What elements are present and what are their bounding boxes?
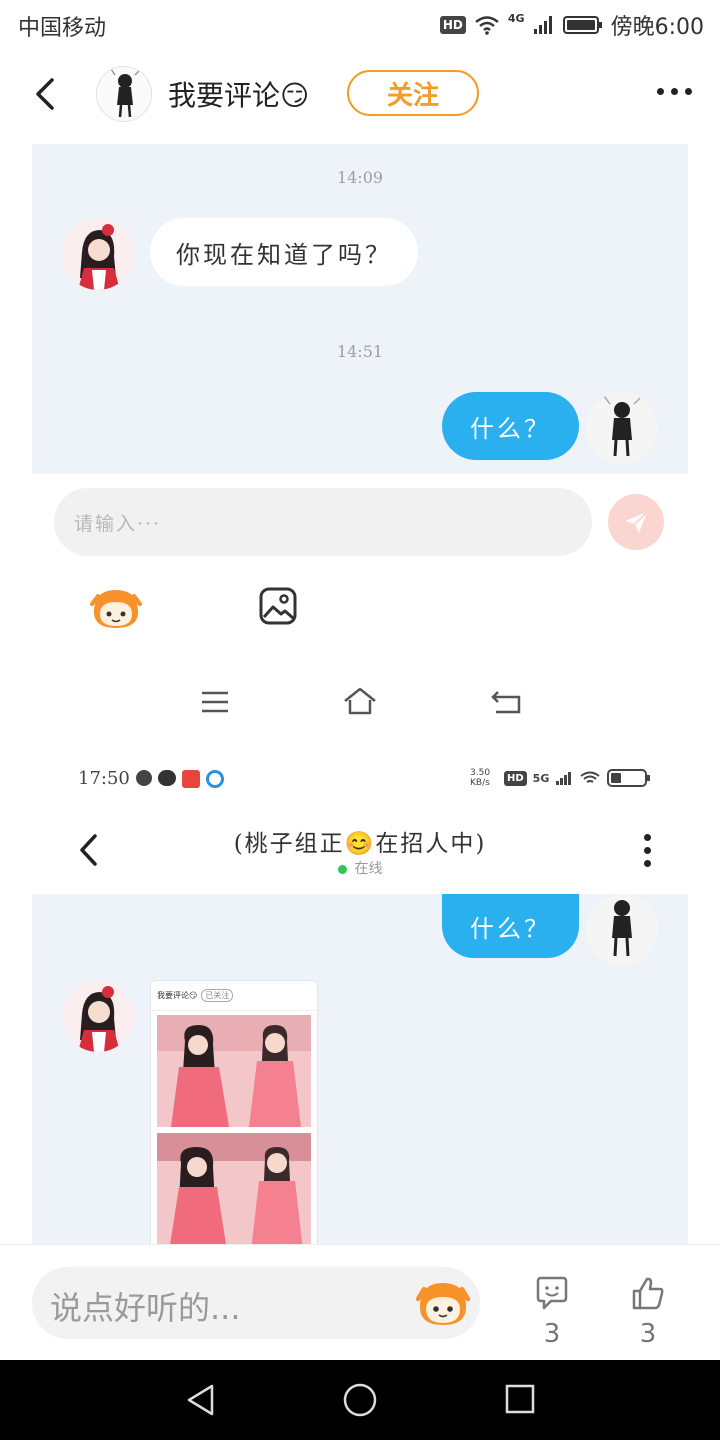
chat-title: (桃子组正😊在招人中) — [233, 831, 487, 857]
message-input: 请输入··· — [54, 488, 592, 556]
menu-icon — [202, 691, 228, 713]
embedded-title: 我要评论😏 — [157, 991, 198, 1000]
embedded-status-icons: 3.50 KB/s HD 5G — [470, 768, 651, 788]
wifi-icon — [580, 771, 600, 783]
system-nav-bar — [0, 1360, 720, 1440]
more-icon[interactable] — [657, 88, 692, 95]
send-icon — [625, 511, 648, 533]
comment-button[interactable]: 3 — [522, 1275, 582, 1349]
comment-input[interactable]: 说点好听的... — [32, 1267, 480, 1339]
embedded-screenshot-one: 14:09 你现在知道了吗？ 14:51 什么？ — [32, 144, 688, 474]
app-icon — [206, 770, 224, 788]
comment-bar: 说点好听的... 3 3 — [0, 1244, 720, 1360]
online-label: 在线 — [354, 861, 383, 877]
author-name[interactable]: 我要评论😏 — [168, 74, 309, 114]
emoji-mascot-icon — [90, 590, 142, 628]
clock: 傍晚6:00 — [610, 15, 704, 40]
avatar — [62, 980, 134, 1052]
embedded-status-bar: 17:50 3.50 KB/s HD 5G — [78, 766, 651, 796]
app-icon — [158, 770, 176, 786]
message-bubble-outgoing: 什么？ — [442, 894, 579, 958]
battery-icon — [607, 769, 651, 787]
avatar-figure-icon — [586, 894, 658, 966]
like-icon — [632, 1277, 664, 1310]
wifi-icon — [475, 16, 499, 35]
game-screenshot-image — [157, 1015, 311, 1244]
app-icon — [136, 770, 152, 786]
net-speed: 3.50 KB/s — [470, 768, 491, 788]
message-timestamp: 14:09 — [336, 168, 384, 187]
embedded-chat-header: (桃子组正😊在招人中) 在线 — [32, 810, 688, 894]
avatar — [586, 392, 658, 464]
send-button — [608, 494, 664, 550]
message-timestamp: 14:51 — [336, 342, 384, 361]
signal-icon — [556, 772, 572, 785]
online-status: 在线 — [32, 858, 688, 878]
avatar-figure-icon — [586, 392, 658, 464]
embedded-clock: 17:50 — [78, 768, 130, 789]
comment-icon — [536, 1276, 568, 1310]
app-icon — [182, 770, 200, 788]
battery-icon — [562, 16, 602, 34]
image-icon — [259, 587, 297, 625]
nav-home-icon[interactable] — [342, 1382, 378, 1418]
author-avatar[interactable] — [96, 66, 152, 122]
status-icons: HD 4G 傍晚6:00 — [439, 10, 704, 40]
like-count: 3 — [639, 1319, 657, 1349]
nav-back-icon[interactable] — [184, 1382, 218, 1418]
image-message: 我要评论😏 已关注 — [150, 980, 318, 1244]
avatar — [586, 894, 658, 966]
girl-avatar-icon — [62, 980, 134, 1052]
girl-avatar-icon — [62, 218, 134, 290]
comment-placeholder: 说点好听的... — [50, 1289, 241, 1327]
back-icon[interactable] — [30, 76, 62, 112]
chat-composer: 请输入··· — [32, 474, 688, 674]
status-bar: 中国移动 HD 4G 傍晚6:00 — [0, 0, 720, 50]
emoji-mascot-icon[interactable] — [414, 1275, 472, 1331]
embedded-follow-state: 已关注 — [201, 989, 234, 1002]
home-icon — [344, 687, 376, 715]
message-bubble-outgoing: 什么？ — [442, 392, 579, 460]
message-bubble-incoming: 你现在知道了吗？ — [150, 218, 418, 286]
post-header: 我要评论😏 关注 — [0, 58, 720, 130]
hd-badge: HD — [439, 16, 466, 34]
hd-badge: HD — [504, 770, 527, 786]
comment-count: 3 — [543, 1319, 561, 1349]
notification-icons — [136, 770, 224, 788]
carrier-name: 中国移动 — [18, 16, 107, 41]
embedded-chat-body: 什么？ 我要评论😏 已关注 — [32, 894, 688, 1244]
return-icon — [491, 691, 521, 714]
network-type: 4G — [507, 12, 525, 25]
nav-recents-icon[interactable] — [504, 1383, 536, 1415]
signal-icon — [533, 16, 552, 34]
follow-button[interactable]: 关注 — [347, 70, 479, 116]
avatar — [62, 218, 134, 290]
more-icon — [644, 834, 651, 867]
online-dot — [337, 864, 347, 874]
embedded-nav-bar — [0, 676, 720, 726]
network-type: 5G — [532, 771, 550, 785]
avatar-figure-icon — [97, 67, 151, 121]
like-button[interactable]: 3 — [618, 1275, 678, 1349]
